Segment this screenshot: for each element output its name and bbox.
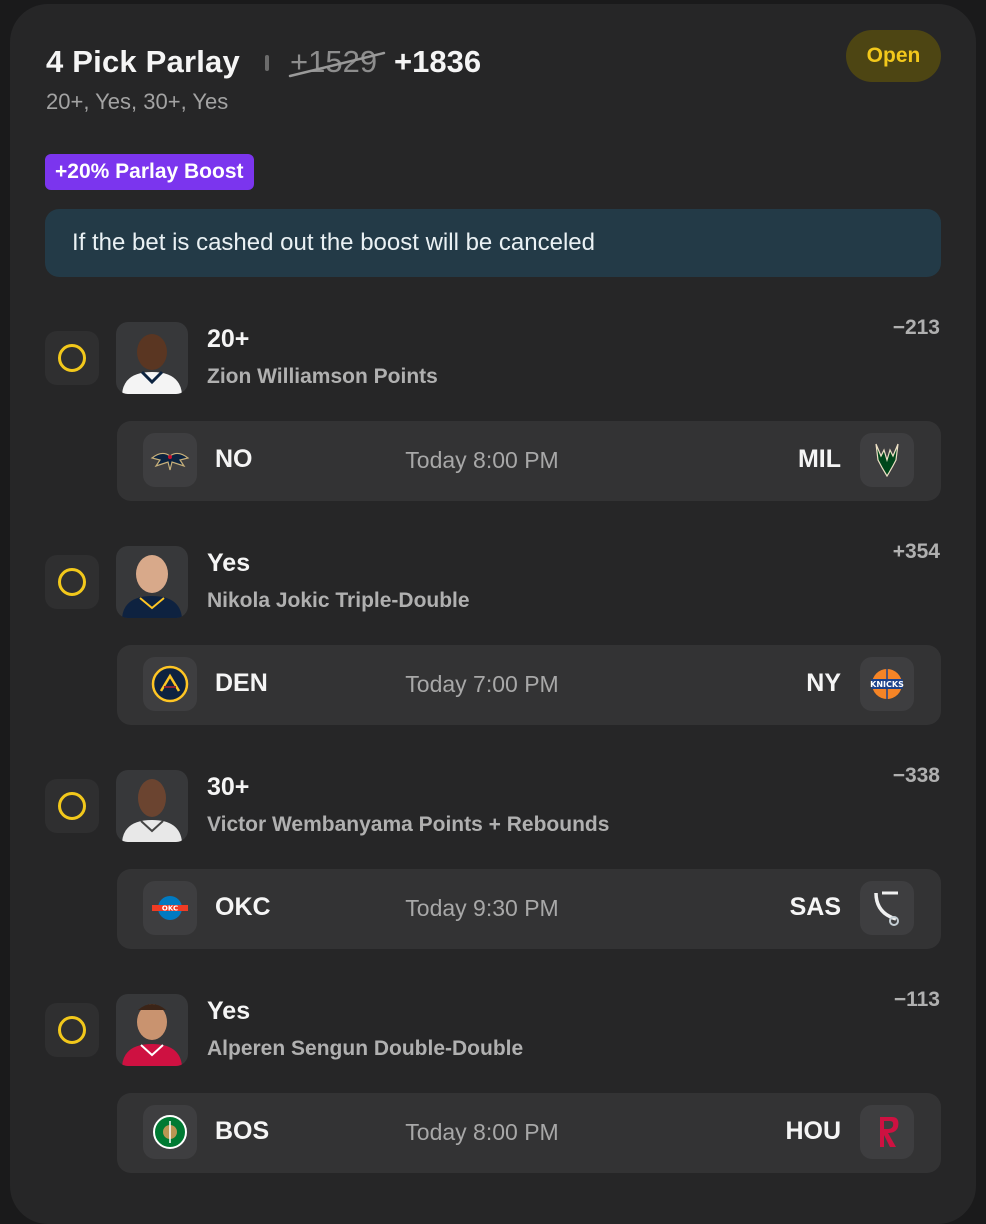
bucks-logo-icon [860, 433, 914, 487]
leg-market: Alperen Sengun Double-Double [207, 1037, 524, 1060]
away-team: SAS [789, 893, 841, 921]
game-time: Today 9:30 PM [405, 895, 559, 921]
svg-text:KNICKS: KNICKS [870, 680, 904, 689]
status-badge: Open [846, 30, 941, 82]
parlay-selections-summary: 20+, Yes, 30+, Yes [46, 89, 229, 114]
rockets-logo-icon [860, 1105, 914, 1159]
leg-market: Nikola Jokic Triple-Double [207, 589, 470, 612]
leg-status-indicator [45, 331, 99, 385]
leg-selection: Yes [207, 997, 251, 1025]
parlay-leg: 20+ Zion Williamson Points −213 NO Today… [0, 316, 986, 520]
leg-odds: −113 [893, 988, 940, 1011]
leg-status-indicator [45, 779, 99, 833]
strikethrough-line [288, 51, 386, 78]
game-row[interactable]: BOS Today 8:00 PM HOU [117, 1093, 941, 1173]
title-divider [265, 55, 269, 71]
cashout-notice: If the bet is cashed out the boost will … [45, 209, 941, 277]
pending-ring-icon [58, 1016, 86, 1044]
away-team: HOU [785, 1117, 841, 1145]
game-time: Today 8:00 PM [405, 447, 559, 473]
leg-selection: 30+ [207, 773, 250, 801]
away-team: MIL [797, 445, 841, 473]
player-headshot [116, 322, 188, 394]
leg-odds: −213 [892, 316, 940, 339]
parlay-leg: Yes Alperen Sengun Double-Double −113 BO… [0, 988, 986, 1192]
game-time: Today 7:00 PM [405, 671, 559, 697]
parlay-boost-badge: +20% Parlay Boost [45, 154, 254, 190]
boosted-odds: +1836 [394, 44, 482, 79]
pending-ring-icon [58, 344, 86, 372]
leg-market: Zion Williamson Points [207, 365, 438, 388]
leg-status-indicator [45, 555, 99, 609]
player-headshot [116, 770, 188, 842]
knicks-logo-icon: KNICKS [860, 657, 914, 711]
spurs-logo-icon [860, 881, 914, 935]
leg-selection: Yes [207, 549, 251, 577]
game-row[interactable]: OKC OKC Today 9:30 PM SAS [117, 869, 941, 949]
pending-ring-icon [58, 792, 86, 820]
player-headshot [116, 994, 188, 1066]
parlay-leg: 30+ Victor Wembanyama Points + Rebounds … [0, 764, 986, 968]
leg-status-indicator [45, 1003, 99, 1057]
parlay-leg: Yes Nikola Jokic Triple-Double +354 DEN … [0, 540, 986, 744]
leg-odds: −338 [892, 764, 940, 787]
game-row[interactable]: NO Today 8:00 PM MIL [117, 421, 941, 501]
pending-ring-icon [58, 568, 86, 596]
player-headshot [116, 546, 188, 618]
game-time: Today 8:00 PM [405, 1119, 559, 1145]
leg-selection: 20+ [207, 325, 250, 353]
leg-market: Victor Wembanyama Points + Rebounds [207, 813, 610, 836]
parlay-title: 4 Pick Parlay [46, 44, 240, 79]
game-row[interactable]: DEN Today 7:00 PM NY KNICKS [117, 645, 941, 725]
leg-odds: +354 [892, 540, 940, 563]
away-team: NY [806, 669, 841, 697]
